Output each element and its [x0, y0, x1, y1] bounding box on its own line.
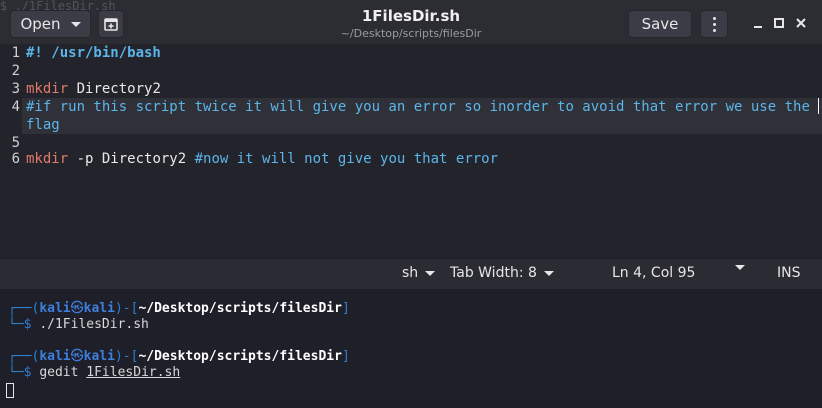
code-line-4-wrap: flag [26, 117, 60, 133]
code-line-4: #if run this script twice it will give y… [26, 98, 822, 116]
code-line-3: mkdir Directory2 [26, 80, 161, 98]
kebab-dot [712, 22, 716, 26]
terminal-cursor [6, 383, 14, 398]
line-number: 4 [11, 99, 20, 115]
command-text: gedit [39, 365, 87, 380]
prompt-path: ~/Desktop/scripts/filesDir [138, 301, 342, 316]
save-button[interactable]: Save [628, 10, 692, 38]
chevron-down-icon [70, 21, 81, 27]
prompt-decor: ] [341, 301, 350, 316]
line-number: 3 [11, 81, 20, 97]
open-label: Open [20, 15, 61, 33]
prompt-decor: )-[ [114, 301, 139, 316]
text-editor[interactable]: 1 2 3 4 5 6 #! /usr/bin/bash mkdir Direc… [0, 44, 822, 258]
prompt-at: ㉿ [70, 301, 84, 316]
command-line: └─$ ./1FilesDir.sh [8, 317, 149, 333]
cursor-position[interactable]: Ln 4, Col 95 [612, 265, 695, 281]
prompt-line: ┌──(kali㉿kali)-[~/Desktop/scripts/filesD… [8, 301, 350, 317]
line-number: 1 [11, 45, 20, 61]
keyword: mkdir [26, 151, 69, 167]
position-dropdown[interactable] [735, 265, 745, 270]
chevron-down-icon [735, 265, 745, 270]
prompt-user: kali [39, 349, 71, 364]
prompt-user: kali [39, 301, 71, 316]
tab-width-selector[interactable]: Tab Width: 8 [450, 265, 554, 281]
command-text: ./1FilesDir.sh [39, 317, 149, 332]
code-text: -p Directory2 [68, 151, 195, 167]
chevron-down-icon [425, 270, 436, 276]
prompt-host: kali [83, 301, 115, 316]
line-number: 2 [11, 63, 20, 79]
prompt-decor: ┌──( [8, 349, 40, 364]
prompt-decor: └─$ [8, 317, 40, 332]
cursor-position-label: Ln 4, Col 95 [612, 265, 696, 281]
comment-text: #now it will not give you that error [194, 151, 499, 167]
prompt-line: ┌──(kali㉿kali)-[~/Desktop/scripts/filesD… [8, 349, 350, 365]
kebab-dot [712, 28, 716, 32]
language-label: sh [402, 265, 419, 281]
new-document-button[interactable] [98, 10, 124, 38]
prompt-decor: )-[ [114, 349, 139, 364]
command-arg: 1FilesDir.sh [86, 365, 181, 380]
close-icon[interactable] [795, 17, 807, 29]
window-title: 1FilesDir.sh [361, 7, 461, 25]
window-subtitle: ~/Desktop/scripts/filesDir [340, 27, 482, 40]
code-text: Directory2 [68, 81, 161, 97]
comment-text: #if run this script twice it will give y… [26, 99, 819, 115]
terminal[interactable]: ┌──(kali㉿kali)-[~/Desktop/scripts/filesD… [0, 289, 822, 408]
menu-button[interactable] [700, 10, 728, 38]
prompt-path: ~/Desktop/scripts/filesDir [138, 349, 342, 364]
gedit-window: $ ./1FilesDir.sh Open 1FilesDir.sh ~/Des… [0, 0, 822, 290]
code-line-1: #! /usr/bin/bash [26, 45, 161, 61]
minimize-icon[interactable] [752, 17, 764, 29]
keyword: mkdir [26, 81, 69, 97]
command-line: └─$ gedit 1FilesDir.sh [8, 365, 180, 381]
open-button[interactable]: Open [10, 10, 91, 38]
line-number: 6 [11, 151, 20, 167]
prompt-decor: ] [341, 349, 350, 364]
prompt-host: kali [83, 349, 115, 364]
prompt-at: ㉿ [70, 349, 84, 364]
code-line-6: mkdir -p Directory2 #now it will not giv… [26, 150, 498, 168]
chevron-down-icon [543, 270, 554, 276]
prompt-decor: └─$ [8, 365, 40, 380]
kebab-menu-icon [712, 16, 716, 20]
insert-mode-indicator[interactable]: INS [777, 265, 801, 281]
prompt-decor: ┌──( [8, 301, 40, 316]
line-number-gutter: 1 2 3 4 5 6 [0, 44, 22, 258]
new-tab-icon [104, 18, 118, 31]
maximize-icon[interactable] [773, 17, 785, 29]
status-bar: sh Tab Width: 8 Ln 4, Col 95 INS [0, 258, 822, 290]
language-selector[interactable]: sh [402, 265, 436, 281]
tab-width-label: Tab Width: 8 [450, 265, 537, 281]
header-bar: $ ./1FilesDir.sh Open 1FilesDir.sh ~/Des… [0, 0, 822, 48]
